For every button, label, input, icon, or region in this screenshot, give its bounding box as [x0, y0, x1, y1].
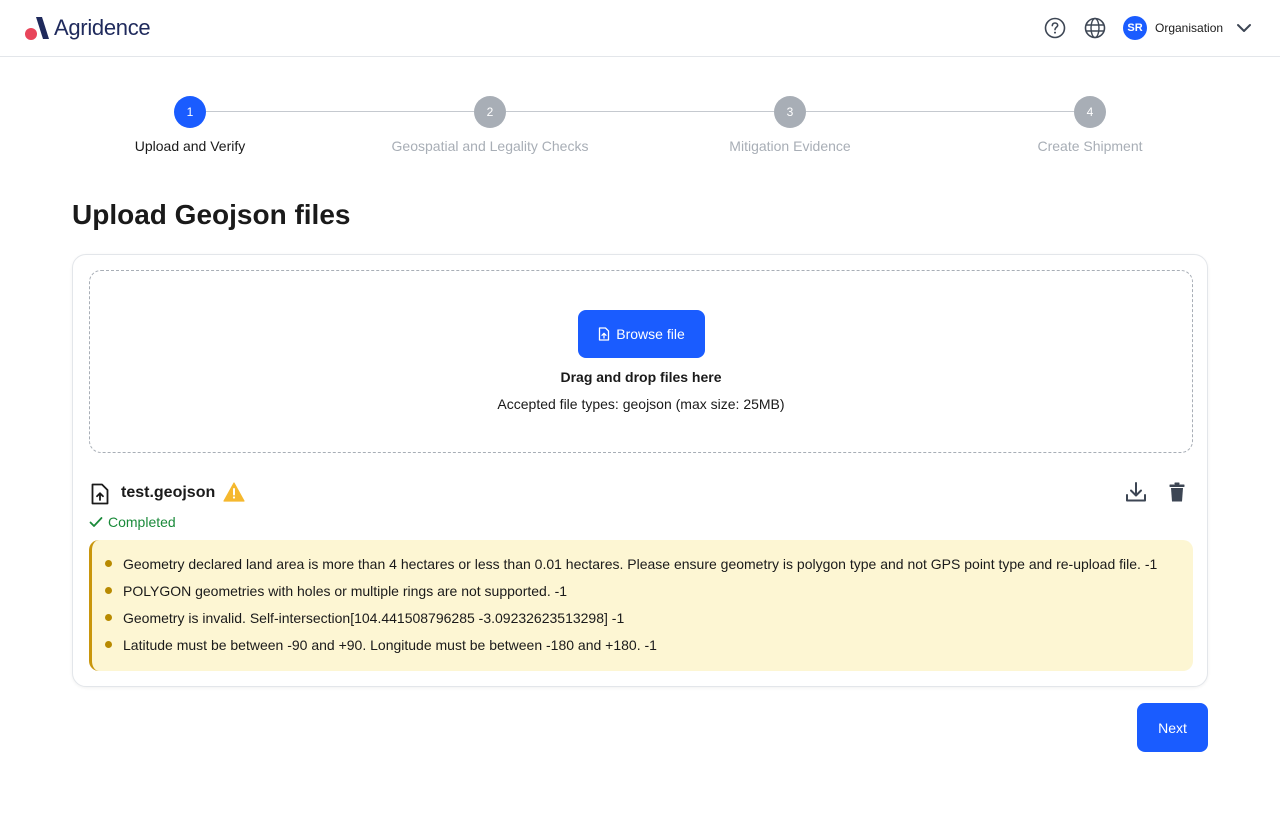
- bullet-icon: [105, 560, 112, 567]
- step-3-indicator[interactable]: 3: [774, 96, 806, 128]
- step-1-label: Upload and Verify: [134, 138, 246, 154]
- warning-text: POLYGON geometries with holes or multipl…: [123, 583, 568, 599]
- step-connector: [206, 111, 474, 112]
- file-name: test.geojson: [121, 484, 216, 501]
- help-icon[interactable]: [1044, 17, 1066, 39]
- warning-text: Geometry declared land area is more than…: [123, 556, 1158, 572]
- logo-mark-icon: [25, 17, 49, 40]
- step-connector: [506, 111, 774, 112]
- trash-icon[interactable]: [1169, 482, 1185, 502]
- step-4-label: Create Shipment: [1037, 138, 1143, 154]
- next-button[interactable]: Next: [1137, 703, 1208, 752]
- file-dropzone[interactable]: Browse file Drag and drop files here Acc…: [89, 270, 1193, 453]
- list-item: POLYGON geometries with holes or multipl…: [105, 581, 1157, 608]
- bullet-icon: [105, 587, 112, 594]
- file-upload-icon: [90, 483, 110, 505]
- top-header: Agridence SR Organisation: [0, 0, 1280, 57]
- accepted-file-types: Accepted file types: geojson (max size: …: [497, 396, 785, 412]
- step-connector: [806, 111, 1074, 112]
- status-text: Completed: [108, 514, 176, 530]
- drop-instructions: Drag and drop files here: [560, 369, 722, 385]
- list-item: Latitude must be between -90 and +90. Lo…: [105, 635, 1157, 662]
- check-icon: [89, 517, 103, 527]
- warning-text: Latitude must be between -90 and +90. Lo…: [123, 637, 657, 653]
- user-avatar[interactable]: SR: [1123, 16, 1147, 40]
- validation-warnings: Geometry declared land area is more than…: [89, 540, 1193, 671]
- list-item: Geometry is invalid. Self-intersection[1…: [105, 608, 1157, 635]
- list-item: Geometry declared land area is more than…: [105, 554, 1157, 581]
- step-4-indicator[interactable]: 4: [1074, 96, 1106, 128]
- download-icon[interactable]: [1125, 481, 1147, 503]
- step-3-label: Mitigation Evidence: [729, 138, 851, 154]
- browse-file-button[interactable]: Browse file: [578, 310, 705, 358]
- globe-icon[interactable]: [1084, 17, 1106, 39]
- chevron-down-icon[interactable]: [1235, 20, 1253, 36]
- brand-logo[interactable]: Agridence: [24, 14, 151, 42]
- brand-name: Agridence: [54, 15, 151, 40]
- browse-file-label: Browse file: [616, 326, 685, 342]
- upload-status: Completed: [89, 514, 176, 530]
- file-upload-icon: [599, 327, 610, 341]
- upload-card: Browse file Drag and drop files here Acc…: [72, 254, 1208, 687]
- step-2-indicator[interactable]: 2: [474, 96, 506, 128]
- step-2-label: Geospatial and Legality Checks: [391, 138, 589, 154]
- step-1-indicator[interactable]: 1: [174, 96, 206, 128]
- warning-text: Geometry is invalid. Self-intersection[1…: [123, 610, 625, 626]
- bullet-icon: [105, 641, 112, 648]
- organisation-label[interactable]: Organisation: [1155, 21, 1223, 35]
- bullet-icon: [105, 614, 112, 621]
- warning-icon: [223, 482, 245, 502]
- page-title: Upload Geojson files: [72, 199, 351, 230]
